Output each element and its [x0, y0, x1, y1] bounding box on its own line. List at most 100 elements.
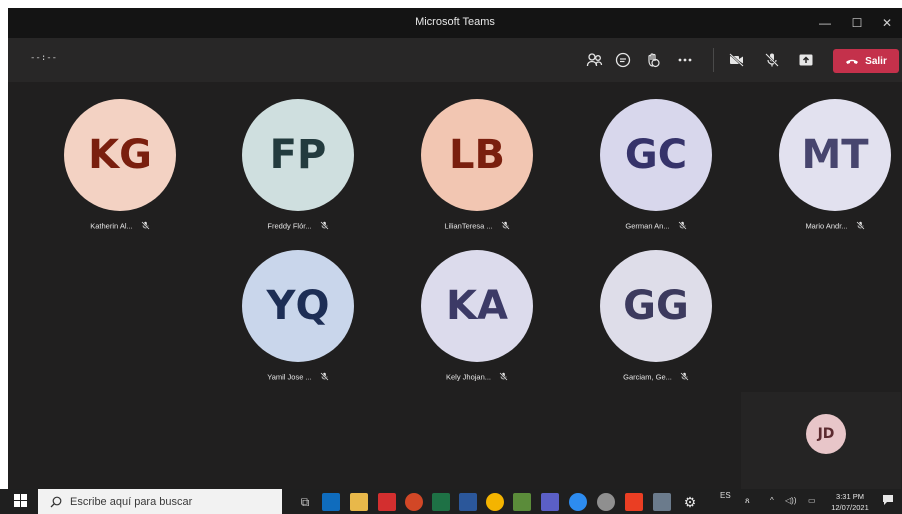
- participant-avatar: GG: [600, 250, 712, 362]
- participant-avatar: KA: [421, 250, 533, 362]
- participant-tile[interactable]: GC German An...: [571, 99, 741, 232]
- more-options-button[interactable]: [673, 49, 697, 71]
- participant-name-row: Katherin Al...: [35, 221, 205, 232]
- participant-name-row: Freddy Flór...: [213, 221, 383, 232]
- clock-time: 3:31 PM: [836, 492, 864, 501]
- self-view[interactable]: JD: [741, 392, 901, 489]
- calculator-icon[interactable]: [653, 493, 671, 511]
- participant-tile[interactable]: KA Kely Jhojan...: [392, 250, 562, 383]
- hang-up-icon: [846, 59, 859, 64]
- excel-icon[interactable]: [432, 493, 450, 511]
- participant-tile[interactable]: LB LilianTeresa ...: [392, 99, 562, 232]
- people-icon: [586, 53, 603, 67]
- zoom-icon[interactable]: [569, 493, 587, 511]
- participant-avatar: GC: [600, 99, 712, 211]
- office-icon[interactable]: [625, 493, 643, 511]
- search-icon: [50, 496, 62, 507]
- participant-tile[interactable]: YQ Yamil Jose ...: [213, 250, 383, 383]
- volume-icon[interactable]: ◁)): [785, 496, 796, 505]
- window-title: Microsoft Teams: [415, 16, 495, 28]
- mic-muted-icon: [499, 372, 508, 383]
- participant-name: Yamil Jose ...: [267, 372, 312, 382]
- mic-toggle-button[interactable]: [760, 49, 784, 71]
- teams-window: Microsoft Teams — ☐ ✕ --:-- Salir KG Kat…: [8, 8, 902, 489]
- camera-off-icon: [729, 53, 744, 67]
- participant-avatar: FP: [242, 99, 354, 211]
- participant-name-row: Kely Jhojan...: [392, 372, 562, 383]
- participant-name-row: LilianTeresa ...: [392, 221, 562, 232]
- camera-toggle-button[interactable]: [725, 49, 749, 71]
- network-icon[interactable]: ▭: [808, 496, 816, 505]
- share-screen-icon: [799, 54, 813, 66]
- participant-tile[interactable]: GG Garciam, Ge...: [571, 250, 741, 383]
- windows-logo-icon: [14, 494, 27, 507]
- notifications-icon[interactable]: [882, 494, 894, 508]
- mic-off-icon: [765, 53, 779, 67]
- raise-hand-icon: [648, 53, 660, 68]
- participant-tile[interactable]: MT Mario Andr...: [750, 99, 902, 232]
- title-bar: Microsoft Teams — ☐ ✕: [8, 8, 902, 38]
- taskbar-search[interactable]: Escribe aquí para buscar: [38, 489, 282, 514]
- meeting-timer: --:--: [30, 53, 58, 63]
- mic-muted-icon: [141, 221, 150, 232]
- teams-taskbar-icon[interactable]: [541, 493, 559, 511]
- participant-avatar: YQ: [242, 250, 354, 362]
- start-button[interactable]: [14, 494, 28, 508]
- minimize-button[interactable]: —: [810, 12, 840, 34]
- participant-tile[interactable]: KG Katherin Al...: [35, 99, 205, 232]
- mic-muted-icon: [320, 372, 329, 383]
- participant-name: Garciam, Ge...: [623, 372, 672, 382]
- mic-muted-icon: [320, 221, 329, 232]
- mic-muted-icon: [680, 372, 689, 383]
- maximize-button[interactable]: ☐: [842, 12, 872, 34]
- word-icon[interactable]: [459, 493, 477, 511]
- participant-name: Freddy Flór...: [267, 221, 312, 231]
- participant-name: Katherin Al...: [90, 221, 133, 231]
- self-avatar: JD: [806, 414, 846, 454]
- reactions-button[interactable]: [641, 49, 665, 71]
- notification-icon: [883, 495, 893, 505]
- participant-tile[interactable]: FP Freddy Flór...: [213, 99, 383, 232]
- participant-name: German An...: [625, 221, 670, 231]
- paint-icon[interactable]: [513, 493, 531, 511]
- participant-name-row: Yamil Jose ...: [213, 372, 383, 383]
- chevron-up-icon[interactable]: ^: [770, 496, 774, 505]
- close-button[interactable]: ✕: [872, 12, 902, 34]
- chat-icon: [615, 52, 631, 68]
- file-explorer-icon[interactable]: [350, 493, 368, 511]
- participant-avatar: LB: [421, 99, 533, 211]
- browser-icon[interactable]: [597, 493, 615, 511]
- mic-muted-icon: [501, 221, 510, 232]
- participant-gallery: KG Katherin Al... FP Freddy Flór... LB Lilian…: [8, 82, 902, 489]
- participants-button[interactable]: [583, 49, 607, 71]
- participant-name-row: Garciam, Ge...: [571, 372, 741, 383]
- leave-label: Salir: [865, 55, 887, 67]
- mic-muted-icon: [855, 221, 865, 232]
- settings-gear-icon[interactable]: ⚙: [681, 493, 699, 511]
- leave-button[interactable]: Salir: [833, 49, 899, 73]
- participant-name-row: Mario Andr...: [750, 221, 902, 232]
- participant-avatar: MT: [779, 99, 891, 211]
- participant-name: LilianTeresa ...: [444, 221, 493, 231]
- search-placeholder: Escribe aquí para buscar: [70, 495, 193, 508]
- powerpoint-icon[interactable]: [405, 493, 423, 511]
- taskbar-clock[interactable]: 3:31 PM 12/07/2021: [826, 491, 874, 513]
- task-view-button[interactable]: ⧉: [296, 493, 314, 511]
- participant-name: Kely Jhojan...: [445, 372, 492, 382]
- clock-date: 12/07/2021: [831, 503, 869, 512]
- participant-name: Mario Andr...: [805, 221, 848, 231]
- participant-avatar: KG: [64, 99, 176, 211]
- chrome-icon[interactable]: [486, 493, 504, 511]
- people-tray-icon[interactable]: ጸ: [745, 496, 750, 506]
- windows-taskbar: Escribe aquí para buscar ⧉ ⚙ ES ጸ ^ ◁)) …: [0, 489, 902, 514]
- language-indicator[interactable]: ES: [720, 491, 731, 500]
- chat-button[interactable]: [611, 49, 635, 71]
- meeting-toolbar: --:-- Salir: [8, 38, 902, 82]
- more-icon: [678, 58, 692, 62]
- share-screen-button[interactable]: [794, 49, 818, 71]
- outlook-icon[interactable]: [322, 493, 340, 511]
- acrobat-icon[interactable]: [378, 493, 396, 511]
- mic-muted-icon: [678, 221, 687, 232]
- participant-name-row: German An...: [571, 221, 741, 232]
- toolbar-divider: [713, 48, 714, 72]
